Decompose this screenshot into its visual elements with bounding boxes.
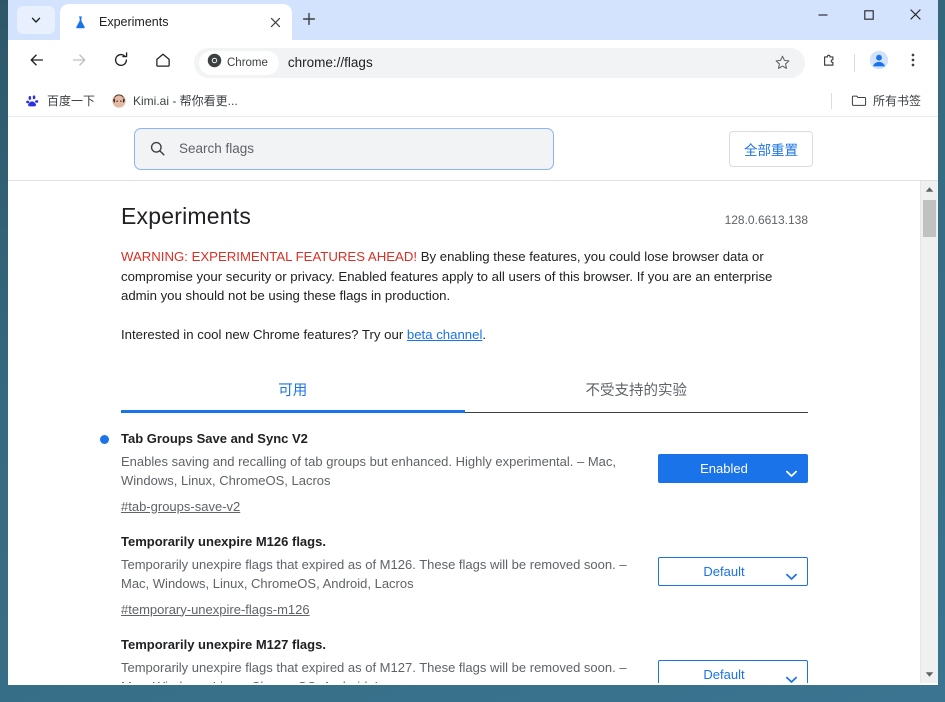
folder-icon <box>851 93 867 109</box>
flag-entry: Temporarily unexpire M127 flags. Tempora… <box>121 619 808 684</box>
flag-info: Temporarily unexpire M126 flags. Tempora… <box>121 533 656 619</box>
flags-content: Experiments 128.0.6613.138 WARNING: EXPE… <box>8 181 921 683</box>
chrome-chip-label: Chrome <box>227 56 268 69</box>
flag-select-wrapper: Enabled <box>658 453 808 483</box>
forward-arrow-icon <box>70 51 88 74</box>
back-arrow-icon <box>28 51 46 74</box>
search-input[interactable] <box>177 140 539 157</box>
address-bar[interactable]: Chrome chrome://flags <box>194 47 805 78</box>
flag-info: Tab Groups Save and Sync V2 Enables savi… <box>100 430 656 516</box>
flags-tabs: 可用 不受支持的实验 <box>121 368 808 413</box>
flag-anchor-link[interactable]: #temporary-unexpire-flags-m126 <box>121 602 310 617</box>
chrome-menu-button[interactable] <box>898 48 928 78</box>
reload-button[interactable] <box>105 47 137 79</box>
address-bar-url: chrome://flags <box>287 55 373 70</box>
bookmark-item[interactable]: Kimi.ai - 帮你看更... <box>104 89 245 113</box>
flag-description: Temporarily unexpire flags that expired … <box>121 659 627 684</box>
close-window-icon <box>909 8 922 26</box>
reset-all-button[interactable]: 全部重置 <box>729 130 813 167</box>
scroll-down-arrow-icon[interactable] <box>921 666 938 683</box>
browser-window: Experiments Chrome chrome://flags 百度一下 K… <box>8 0 938 685</box>
page-heading-row: Experiments 128.0.6613.138 <box>121 181 808 230</box>
flags-scroll-area: Experiments 128.0.6613.138 WARNING: EXPE… <box>8 181 938 683</box>
flag-name: Temporarily unexpire M127 flags. <box>121 636 326 652</box>
flag-entry: Temporarily unexpire M126 flags. Tempora… <box>121 516 808 619</box>
page-title: Experiments <box>121 203 252 229</box>
flag-description: Temporarily unexpire flags that expired … <box>121 556 627 591</box>
profile-button[interactable] <box>864 48 894 78</box>
tab-title: Experiments <box>99 15 169 29</box>
search-flags-box[interactable] <box>134 127 554 170</box>
chrome-logo-icon <box>207 53 222 73</box>
flag-select-wrapper: Default <box>658 659 808 683</box>
search-icon <box>149 140 166 157</box>
minimize-button[interactable] <box>800 0 846 34</box>
flags-search-header: 全部重置 <box>8 117 938 181</box>
tab-search-button[interactable] <box>17 6 55 34</box>
bookmark-label: Kimi.ai - 帮你看更... <box>133 94 238 108</box>
flask-icon <box>72 14 89 31</box>
flag-select-wrapper: Default <box>658 556 808 586</box>
bookmarks-divider <box>830 92 832 109</box>
toolbar-divider <box>854 53 855 72</box>
vertical-scrollbar[interactable] <box>920 181 938 683</box>
back-button[interactable] <box>21 47 53 79</box>
browser-tab[interactable]: Experiments <box>60 4 292 40</box>
beta-prefix-text: Interested in cool new Chrome features? … <box>121 326 407 342</box>
flag-state-select[interactable]: Enabled <box>658 453 808 483</box>
tab-unsupported[interactable]: 不受支持的实验 <box>465 368 809 412</box>
all-bookmarks-area: 所有书签 <box>830 89 930 113</box>
puzzle-piece-icon <box>821 51 839 74</box>
flag-state-select[interactable]: Default <box>658 659 808 683</box>
flag-state-select[interactable]: Default <box>658 556 808 586</box>
chrome-origin-chip: Chrome <box>199 50 279 75</box>
window-controls <box>800 0 938 40</box>
experimental-warning: WARNING: EXPERIMENTAL FEATURES AHEAD! By… <box>121 247 808 306</box>
flag-entry: Tab Groups Save and Sync V2 Enables savi… <box>100 413 808 516</box>
warning-bold-text: WARNING: EXPERIMENTAL FEATURES AHEAD! <box>121 249 418 264</box>
flag-info: Temporarily unexpire M127 flags. Tempora… <box>121 636 656 684</box>
three-dots-menu-icon <box>905 52 921 73</box>
beta-suffix-text: . <box>482 326 487 342</box>
tab-strip: Experiments <box>8 0 938 40</box>
flag-description: Enables saving and recalling of tab grou… <box>121 453 617 488</box>
bookmark-item[interactable]: 百度一下 <box>18 89 102 113</box>
browser-toolbar: Chrome chrome://flags <box>8 40 938 85</box>
home-icon <box>154 51 172 74</box>
beta-channel-link[interactable]: beta channel <box>407 327 483 342</box>
maximize-icon <box>863 8 875 26</box>
plus-icon <box>302 12 316 31</box>
kimi-avatar-icon <box>111 93 127 109</box>
account-avatar-icon <box>869 50 889 75</box>
close-icon[interactable] <box>264 11 286 33</box>
extensions-button[interactable] <box>815 48 845 78</box>
tab-available[interactable]: 可用 <box>121 368 465 413</box>
bookmark-label: 百度一下 <box>47 94 96 108</box>
beta-channel-line: Interested in cool new Chrome features? … <box>121 327 808 342</box>
baidu-paw-icon <box>25 93 41 109</box>
chrome-flags-page: 全部重置 Experiments 128.0.6613.138 WARNING:… <box>8 117 938 684</box>
reload-icon <box>112 51 130 74</box>
scroll-up-arrow-icon[interactable] <box>921 181 938 198</box>
all-bookmarks-label: 所有书签 <box>872 94 921 108</box>
maximize-button[interactable] <box>846 0 892 34</box>
flag-name: Tab Groups Save and Sync V2 <box>121 430 308 446</box>
close-window-button[interactable] <box>892 0 938 34</box>
home-button[interactable] <box>147 47 179 79</box>
flag-anchor-link[interactable]: #tab-groups-save-v2 <box>121 499 240 514</box>
bookmarks-bar: 百度一下 Kimi.ai - 帮你看更... 所有书签 <box>8 85 938 117</box>
flag-modified-dot-icon <box>100 434 109 444</box>
minimize-icon <box>817 8 829 26</box>
new-tab-button[interactable] <box>296 8 322 34</box>
forward-button <box>63 47 95 79</box>
star-icon[interactable] <box>769 50 795 76</box>
scrollbar-thumb[interactable] <box>923 200 936 237</box>
chevron-down-icon <box>30 14 42 26</box>
flag-name: Temporarily unexpire M126 flags. <box>121 533 326 549</box>
all-bookmarks-button[interactable]: 所有书签 <box>844 89 928 113</box>
chrome-version-label: 128.0.6613.138 <box>724 213 808 227</box>
